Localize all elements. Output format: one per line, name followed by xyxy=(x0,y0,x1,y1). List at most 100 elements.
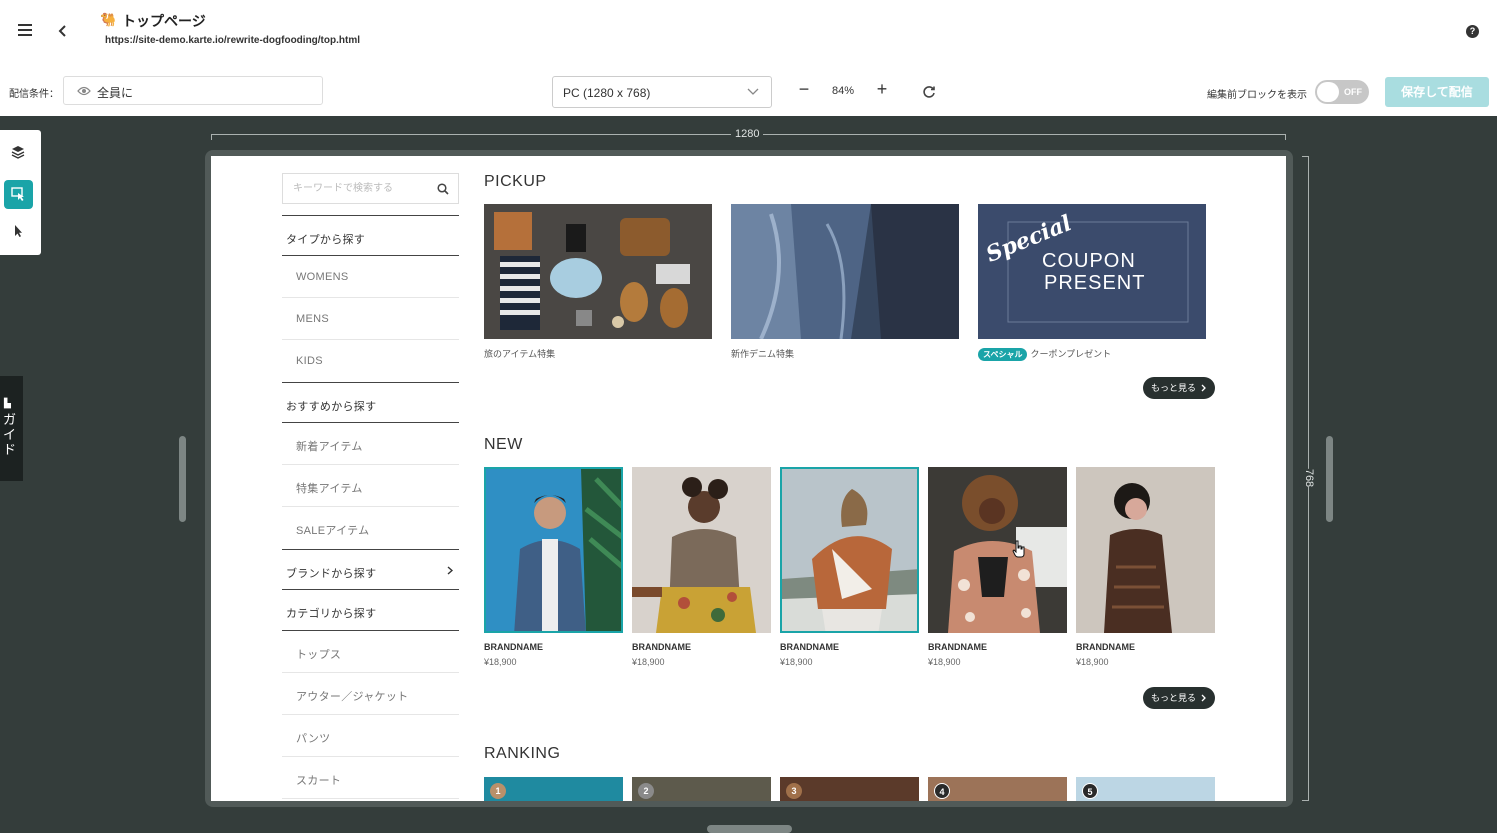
pickup-caption: 新作デニム特集 xyxy=(731,349,795,359)
search-icon[interactable] xyxy=(437,183,449,195)
product-image-brown-dress xyxy=(1076,467,1215,633)
nav-type[interactable]: タイプから探す xyxy=(282,215,459,256)
chevron-right-icon xyxy=(447,566,453,575)
product-price: ¥18,900 xyxy=(632,657,665,667)
ranking-item-4[interactable]: 4 xyxy=(928,777,1067,801)
nav-label: MENS xyxy=(296,313,329,325)
nav-category[interactable]: カテゴリから探す xyxy=(282,590,459,631)
guide-icon: ▙ xyxy=(4,398,11,408)
nav-label: KIDS xyxy=(296,355,323,367)
pickup-more-button[interactable]: もっと見る xyxy=(1143,377,1215,399)
nav-skirt[interactable]: スカート xyxy=(282,757,459,799)
nav-label: WOMENS xyxy=(296,271,349,283)
guide-tab[interactable]: ▙ ガイド xyxy=(0,376,23,481)
new-product-5[interactable] xyxy=(1076,467,1215,633)
nav-label: パンツ xyxy=(296,733,331,745)
help-icon[interactable]: ? xyxy=(1466,25,1479,38)
nav-label: スカート xyxy=(296,775,342,787)
nav-label: 新着アイテム xyxy=(296,441,363,453)
category-nav: タイプから探す WOMENS MENS KIDS おすすめから探す 新着アイテム… xyxy=(282,215,459,799)
new-product-3[interactable] xyxy=(780,467,919,633)
product-brand: BRANDNAME xyxy=(928,642,987,652)
editor-toolbar: 配信条件： 全員に PC (1280 x 768) − 84% + 編集前ブロッ… xyxy=(0,64,1497,116)
product-image-denim-man xyxy=(486,469,621,631)
nav-sale-items[interactable]: SALEアイテム xyxy=(282,507,459,549)
rank-number: 5 xyxy=(1082,783,1098,799)
nav-label: タイプから探す xyxy=(286,234,366,246)
hamburger-icon[interactable] xyxy=(18,24,32,36)
nav-feature-items[interactable]: 特集アイテム xyxy=(282,465,459,507)
denim-image xyxy=(731,204,959,339)
eye-icon xyxy=(77,86,91,96)
chevron-down-icon xyxy=(747,88,759,95)
product-price: ¥18,900 xyxy=(484,657,517,667)
resize-handle-bottom[interactable] xyxy=(707,825,792,833)
select-block-tool[interactable] xyxy=(4,180,33,209)
ranking-item-5[interactable]: 5 xyxy=(1076,777,1215,801)
condition-value: 全員に xyxy=(97,86,134,100)
device-select[interactable]: PC (1280 x 768) xyxy=(552,76,772,108)
pickup-card-coupon[interactable]: Special COUPON PRESENT xyxy=(978,204,1206,339)
hand-cursor-icon xyxy=(1012,540,1025,558)
nav-label: トップス xyxy=(296,649,342,661)
resize-handle-right[interactable] xyxy=(1326,436,1333,522)
nav-new-items[interactable]: 新着アイテム xyxy=(282,423,459,465)
device-frame: タイプから探す WOMENS MENS KIDS おすすめから探す 新着アイテム… xyxy=(205,150,1293,807)
product-price: ¥18,900 xyxy=(780,657,813,667)
search-input[interactable] xyxy=(283,174,433,203)
nav-tops[interactable]: トップス xyxy=(282,631,459,673)
ranking-item-1[interactable]: 1 xyxy=(484,777,623,801)
new-title: NEW xyxy=(484,436,523,453)
select-block-icon xyxy=(11,187,24,201)
zoom-level: 84% xyxy=(832,85,855,97)
rank-number: 1 xyxy=(490,783,506,799)
show-before-toggle[interactable]: OFF xyxy=(1315,80,1369,104)
nav-kids[interactable]: KIDS xyxy=(282,340,459,382)
pickup-card-travel[interactable] xyxy=(484,204,712,339)
product-image-brown-sweater xyxy=(782,469,917,631)
travel-items-image xyxy=(484,204,712,339)
toggle-knob xyxy=(1317,82,1339,102)
product-brand: BRANDNAME xyxy=(1076,642,1135,652)
product-image-curly-hair xyxy=(928,467,1067,633)
pickup-card-denim[interactable] xyxy=(731,204,959,339)
nav-outer-jacket[interactable]: アウター／ジャケット xyxy=(282,673,459,715)
new-product-4[interactable] xyxy=(928,467,1067,633)
nav-label: アウター／ジャケット xyxy=(296,691,409,703)
preview-screen: タイプから探す WOMENS MENS KIDS おすすめから探す 新着アイテム… xyxy=(211,156,1286,801)
new-product-2[interactable] xyxy=(632,467,771,633)
product-image-plaid-woman xyxy=(632,467,771,633)
new-product-1[interactable] xyxy=(484,467,623,633)
resize-handle-left[interactable] xyxy=(179,436,186,522)
height-ruler: 768 xyxy=(1299,156,1320,801)
page-title: トップページ xyxy=(122,13,206,29)
nav-label: SALEアイテム xyxy=(296,525,370,537)
pointer-tool[interactable] xyxy=(4,217,33,246)
nav-brand[interactable]: ブランドから探す xyxy=(282,549,459,590)
nav-womens[interactable]: WOMENS xyxy=(282,256,459,298)
nav-label: ブランドから探す xyxy=(286,568,377,580)
chevron-left-icon[interactable] xyxy=(58,25,68,37)
pickup-caption: 旅のアイテム特集 xyxy=(484,349,556,359)
save-and-deliver-button[interactable]: 保存して配信 xyxy=(1385,77,1489,107)
nav-pants[interactable]: パンツ xyxy=(282,715,459,757)
more-label: もっと見る xyxy=(1151,693,1197,703)
layers-tool[interactable] xyxy=(4,138,33,167)
width-ruler-label: 1280 xyxy=(731,128,764,140)
height-ruler-label: 768 xyxy=(1299,468,1320,488)
nav-recommend[interactable]: おすすめから探す xyxy=(282,382,459,423)
zoom-in-button[interactable]: + xyxy=(874,80,890,98)
rank-number: 4 xyxy=(934,783,950,799)
pointer-icon xyxy=(15,225,22,237)
ranking-item-2[interactable]: 2 xyxy=(632,777,771,801)
nav-mens[interactable]: MENS xyxy=(282,298,459,340)
zoom-out-button[interactable]: − xyxy=(796,80,812,98)
rotate-icon[interactable] xyxy=(922,85,936,99)
coupon-line1: COUPON xyxy=(1042,250,1136,272)
product-brand: BRANDNAME xyxy=(780,642,839,652)
new-more-button[interactable]: もっと見る xyxy=(1143,687,1215,709)
condition-field[interactable]: 全員に xyxy=(63,76,323,105)
special-badge: スペシャル xyxy=(978,348,1028,361)
ranking-item-3[interactable]: 3 xyxy=(780,777,919,801)
more-label: もっと見る xyxy=(1151,383,1197,393)
